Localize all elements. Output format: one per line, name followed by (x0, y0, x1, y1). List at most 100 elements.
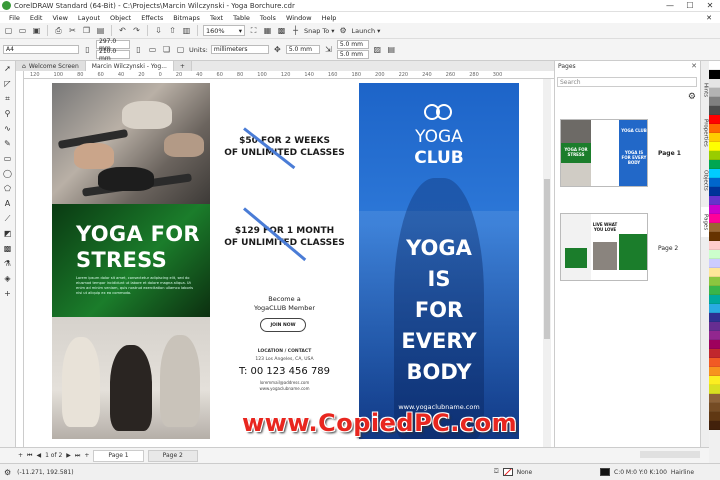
undo-icon[interactable]: ↶ (117, 25, 128, 36)
page-1-label[interactable]: Page 1 (658, 150, 681, 157)
transparency-tool-icon[interactable]: ▩ (2, 243, 14, 254)
launch-dropdown[interactable]: Launch ▾ (352, 27, 381, 35)
first-page-icon[interactable]: ⏮ (27, 452, 32, 460)
color-swatch[interactable] (709, 205, 720, 214)
color-swatch[interactable] (709, 376, 720, 385)
save-icon[interactable]: ▣ (31, 25, 42, 36)
zoom-tool-icon[interactable]: ⚲ (2, 108, 14, 119)
rectangle-tool-icon[interactable]: ▭ (2, 153, 14, 164)
color-swatch[interactable] (709, 277, 720, 286)
color-swatch[interactable] (709, 232, 720, 241)
color-swatch[interactable] (709, 97, 720, 106)
tab-yoga-brochure[interactable]: Marcin Wilczynski - Yog... (85, 61, 174, 71)
outline-swatch[interactable] (600, 468, 610, 476)
color-swatch[interactable] (709, 160, 720, 169)
last-page-icon[interactable]: ⏭ (75, 452, 80, 460)
color-swatch[interactable] (709, 331, 720, 340)
color-swatch[interactable] (709, 142, 720, 151)
close-window-button[interactable]: ✕ (700, 1, 720, 10)
portrait-orientation-icon[interactable]: ▯ (133, 44, 144, 55)
color-swatch[interactable] (709, 196, 720, 205)
location-contact-heading[interactable]: LOCATION / CONTACT (210, 349, 359, 354)
color-swatch[interactable] (709, 214, 720, 223)
paste-icon[interactable]: ▤ (95, 25, 106, 36)
offer-two-weeks[interactable]: $50 FOR 2 WEEKS OF UNLIMITED CLASSES (210, 135, 359, 159)
offer-one-month[interactable]: $129 FOR 1 MONTH OF UNLIMITED CLASSES (210, 225, 359, 249)
new-document-icon[interactable]: ▢ (3, 25, 14, 36)
color-swatch[interactable] (709, 115, 720, 124)
color-swatch[interactable] (709, 124, 720, 133)
open-folder-icon[interactable]: ▭ (17, 25, 28, 36)
snap-to-dropdown[interactable]: Snap To ▾ (304, 27, 335, 35)
fill-bucket-icon[interactable]: ⛋ (494, 468, 499, 476)
duplicate-x-field[interactable]: 5.0 mm (336, 40, 369, 49)
layout-icon[interactable]: ▤ (386, 44, 397, 55)
menu-text[interactable]: Text (205, 14, 228, 22)
docker-settings-gear-icon[interactable]: ⚙ (688, 92, 696, 102)
freehand-tool-icon[interactable]: ∿ (2, 123, 14, 134)
color-swatch[interactable] (709, 349, 720, 358)
shadow-tool-icon[interactable]: ◩ (2, 228, 14, 239)
menu-layout[interactable]: Layout (73, 14, 105, 22)
color-swatch[interactable] (709, 268, 720, 277)
menu-file[interactable]: File (4, 14, 25, 22)
color-swatch[interactable] (709, 322, 720, 331)
page-size-select[interactable]: A4 (3, 45, 79, 54)
guidelines-icon[interactable]: ┼ (290, 25, 301, 36)
brochure-panel-middle[interactable]: $50 FOR 2 WEEKS OF UNLIMITED CLASSES $12… (210, 83, 359, 439)
cut-icon[interactable]: ✂ (67, 25, 78, 36)
color-swatch[interactable] (709, 79, 720, 88)
tab-welcome-screen[interactable]: ⌂ Welcome Screen (16, 61, 86, 71)
email-text[interactable]: loremmail@address.com (210, 380, 359, 385)
phone-number[interactable]: T: 00 123 456 789 (210, 366, 359, 377)
artistic-media-icon[interactable]: ✎ (2, 138, 14, 149)
become-member-text[interactable]: Become a YogaCLUB Member (210, 295, 359, 313)
yoga-club-title[interactable]: YOGA CLUB (359, 127, 519, 169)
eyedropper-tool-icon[interactable]: ⚗ (2, 258, 14, 269)
menu-view[interactable]: View (47, 14, 72, 22)
maximize-button[interactable]: ☐ (680, 1, 700, 10)
vertical-ruler[interactable] (16, 71, 24, 447)
color-swatch[interactable] (709, 403, 720, 412)
menu-edit[interactable]: Edit (25, 14, 48, 22)
yoga-is-for-every-body-slogan[interactable]: YOGA IS FOR EVERY BODY (359, 233, 519, 388)
interactive-fill-icon[interactable]: ◈ (2, 273, 14, 284)
nudge-distance-field[interactable]: 5.0 mm (285, 45, 320, 54)
parallel-dimension-icon[interactable]: ⟋ (2, 213, 14, 224)
grid-icon[interactable]: ▩ (276, 25, 287, 36)
color-swatch[interactable] (709, 286, 720, 295)
bleed-icon[interactable]: ▨ (372, 44, 383, 55)
menu-bitmaps[interactable]: Bitmaps (168, 14, 205, 22)
rulers-icon[interactable]: ▦ (262, 25, 273, 36)
print-icon[interactable]: ⎙ (53, 25, 64, 36)
color-swatch[interactable] (709, 187, 720, 196)
yoga-for-stress-body[interactable]: Lorem ipsum dolor sit amet, consectetur … (76, 276, 194, 296)
menu-effects[interactable]: Effects (136, 14, 168, 22)
brochure-panel-left[interactable]: YOGA FOR STRESS Lorem ipsum dolor sit am… (52, 83, 210, 439)
crop-tool-icon[interactable]: ⌗ (2, 93, 14, 104)
text-tool-icon[interactable]: A (2, 198, 14, 209)
color-swatch[interactable] (709, 250, 720, 259)
page-tab-1[interactable]: Page 1 (93, 449, 144, 462)
page-tab-2[interactable]: Page 2 (147, 449, 198, 462)
color-swatch[interactable] (709, 421, 720, 430)
close-document-button[interactable]: ✕ (706, 14, 712, 22)
pick-tool-icon[interactable]: ➚ (2, 63, 14, 74)
zoom-level-select[interactable]: 160% ▾ (203, 25, 245, 36)
page-height-field[interactable]: 210.0 mm (96, 48, 130, 62)
scrollbar-thumb[interactable] (544, 179, 550, 339)
vertical-scrollbar[interactable] (543, 79, 551, 447)
color-swatch[interactable] (709, 394, 720, 403)
address-text[interactable]: 123 Los Angeles, CA, USA (210, 357, 359, 362)
color-swatch[interactable] (709, 133, 720, 142)
menu-table[interactable]: Table (228, 14, 255, 22)
publish-pdf-icon[interactable]: ▥ (181, 25, 192, 36)
color-swatch[interactable] (709, 313, 720, 322)
add-tab-button[interactable]: + (173, 61, 192, 71)
color-swatch[interactable] (709, 223, 720, 232)
color-swatch[interactable] (709, 358, 720, 367)
export-icon[interactable]: ⇧ (167, 25, 178, 36)
color-swatch[interactable] (709, 385, 720, 394)
color-swatch[interactable] (709, 304, 720, 313)
next-page-icon[interactable]: ▶ (66, 452, 71, 459)
